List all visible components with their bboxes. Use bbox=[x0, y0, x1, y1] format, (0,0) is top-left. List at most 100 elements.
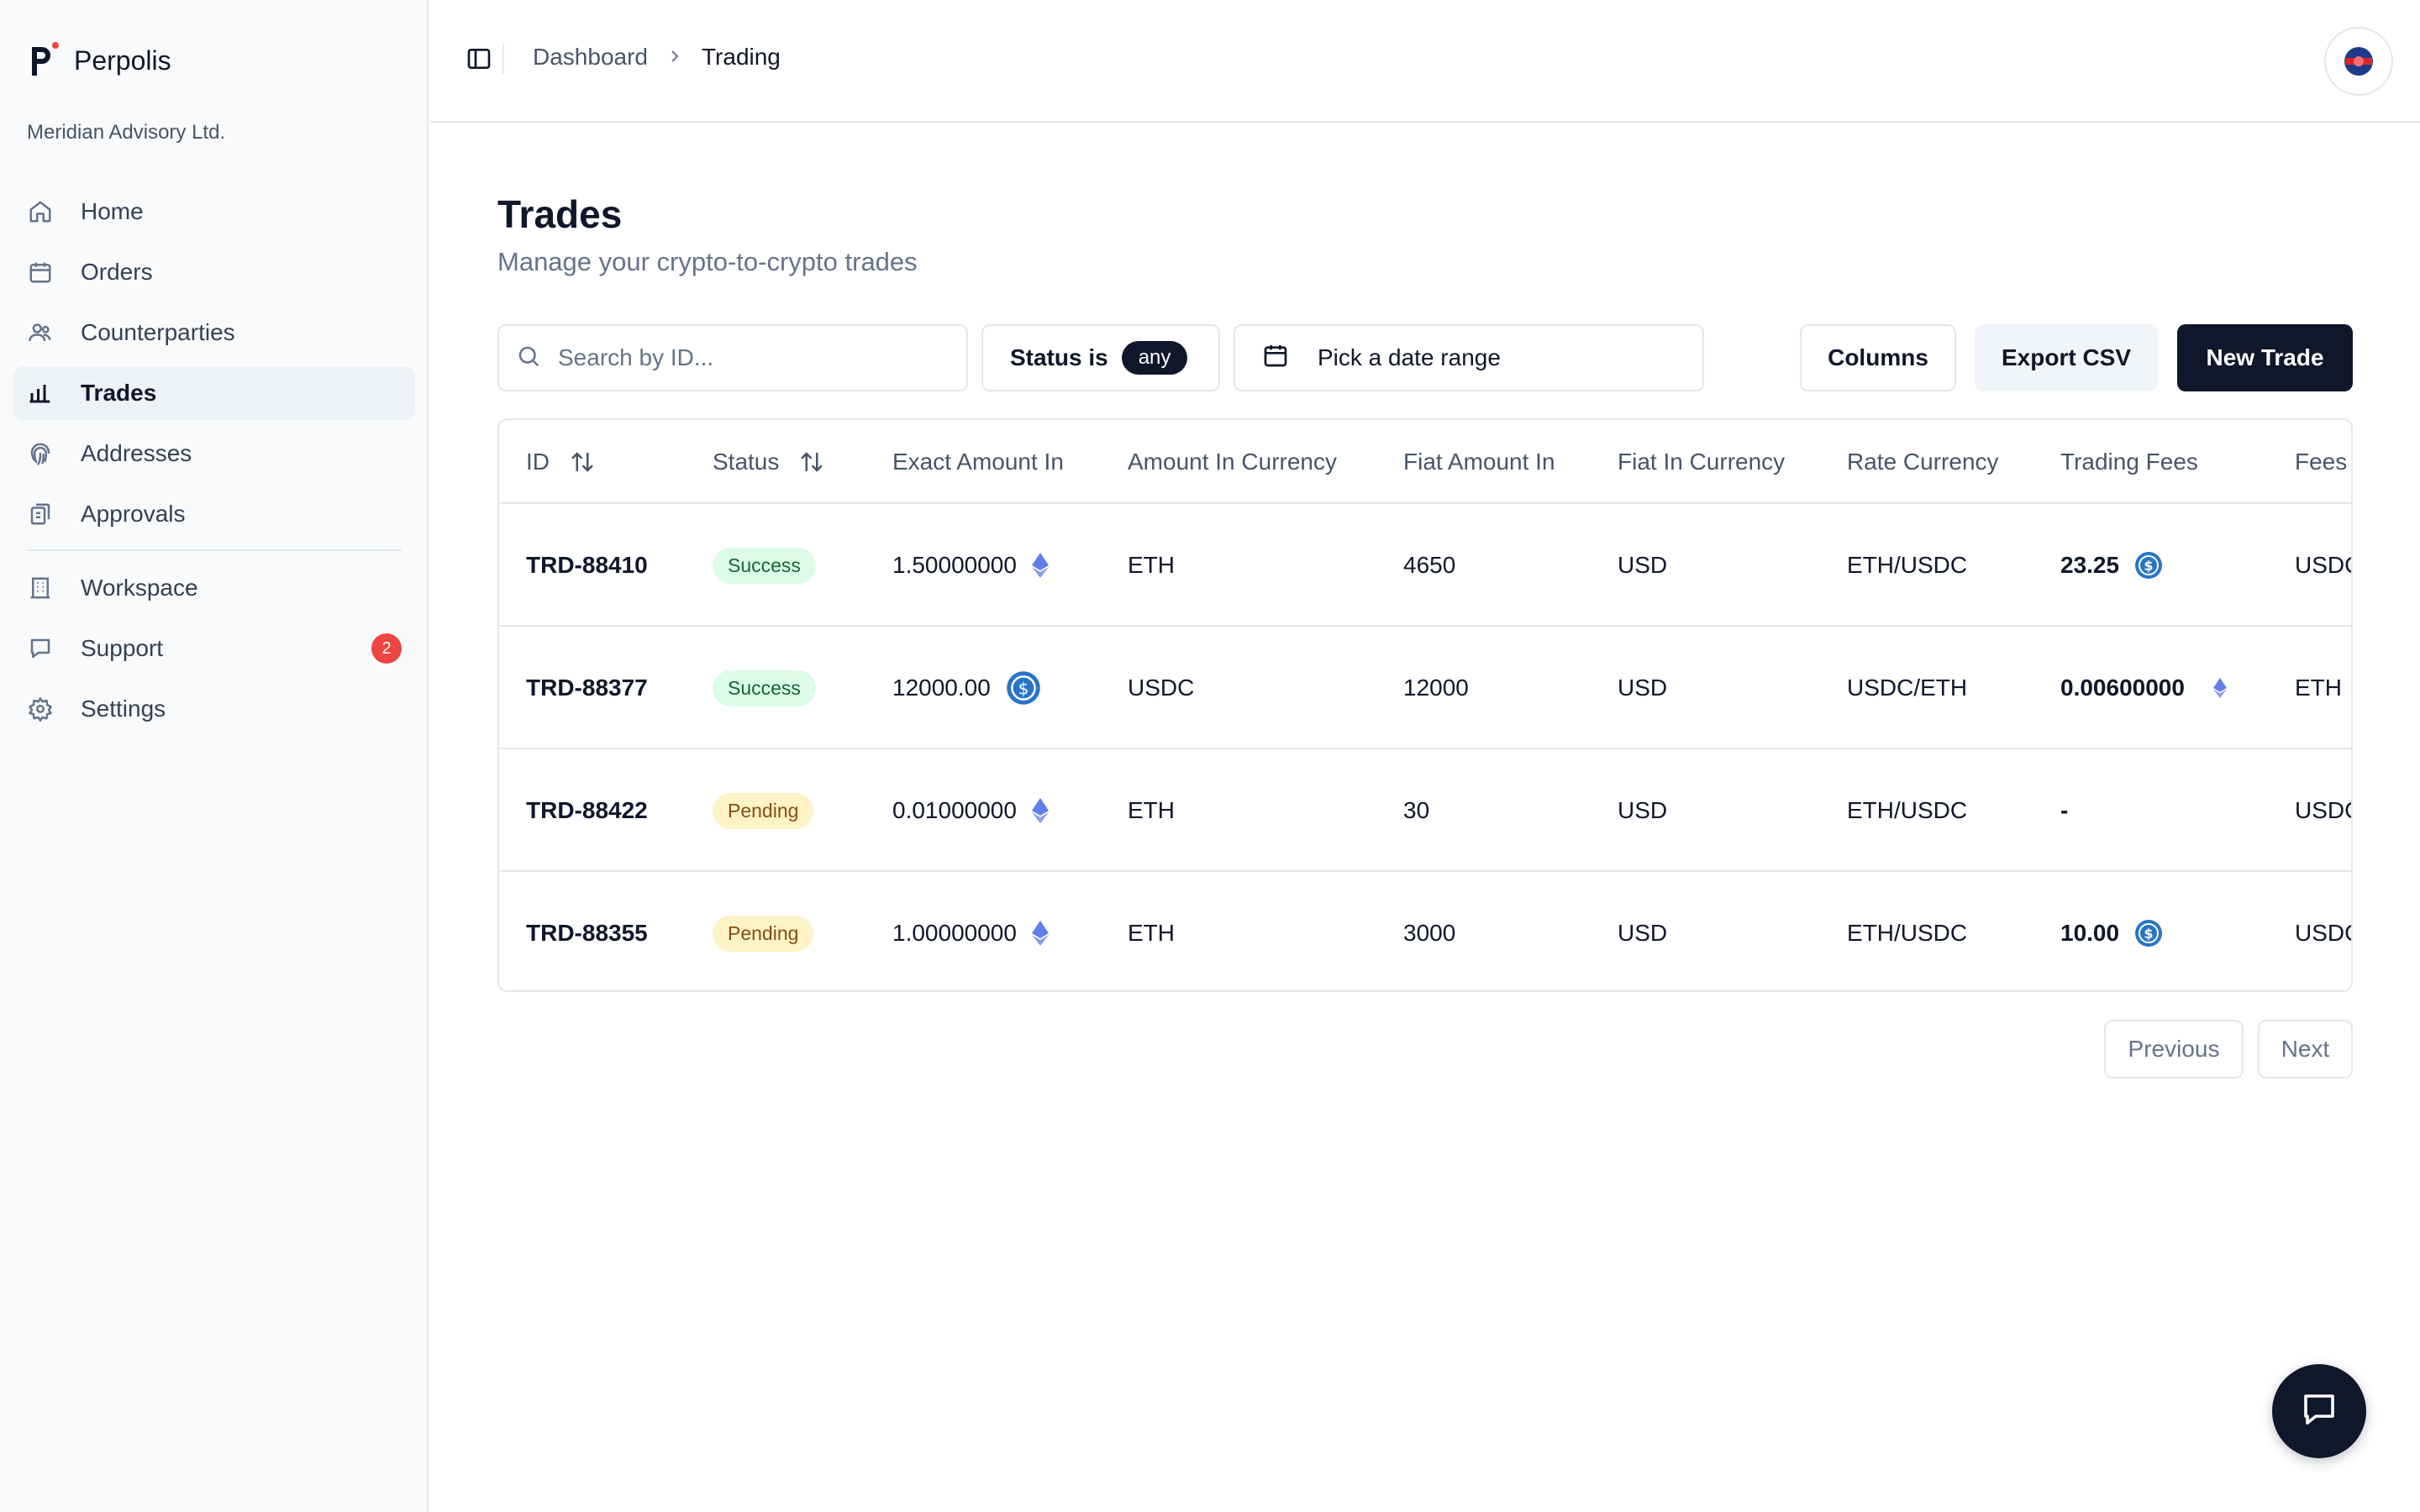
eth-icon bbox=[2212, 677, 2227, 699]
status-badge: Success bbox=[713, 669, 816, 706]
column-header-trading-fees[interactable]: Trading Fees bbox=[2060, 420, 2198, 504]
date-range-picker[interactable]: Pick a date range bbox=[1234, 324, 1704, 391]
trading-fees-value: 23.25 bbox=[2060, 552, 2120, 578]
rate-currency: ETH/USDC bbox=[1847, 797, 1968, 823]
date-range-placeholder: Pick a date range bbox=[1318, 344, 1501, 370]
next-button[interactable]: Next bbox=[2258, 1020, 2353, 1079]
fees-currency: USDC bbox=[2295, 920, 2351, 946]
sidebar-item-settings[interactable]: Settings bbox=[13, 682, 415, 736]
table-row[interactable]: TRD-88377 Success 12000.00 $ USDC 12000 … bbox=[499, 627, 2351, 749]
fiat-amount: 30 bbox=[1403, 797, 1430, 823]
trade-id[interactable]: TRD-88377 bbox=[526, 627, 648, 749]
export-csv-button[interactable]: Export CSV bbox=[1975, 324, 2158, 391]
page-title: Trades bbox=[497, 192, 623, 236]
fiat-currency: USD bbox=[1618, 675, 1668, 701]
status-filter[interactable]: Status is any bbox=[981, 324, 1220, 391]
amount-currency: ETH bbox=[1128, 920, 1175, 946]
avatar[interactable] bbox=[2324, 27, 2393, 96]
sort-icon[interactable] bbox=[799, 449, 824, 475]
nav-divider bbox=[27, 549, 402, 551]
eth-icon bbox=[1031, 798, 1049, 823]
new-trade-button[interactable]: New Trade bbox=[2177, 324, 2353, 391]
table-row[interactable]: TRD-88355 Pending 1.00000000 ETH 3000 US… bbox=[499, 872, 2351, 990]
column-header-rate-currency[interactable]: Rate Currency bbox=[1847, 420, 1999, 504]
search-input[interactable] bbox=[558, 344, 961, 371]
fees-currency: ETH bbox=[2295, 675, 2342, 701]
fees-currency: USDC bbox=[2295, 552, 2351, 578]
amount-currency: ETH bbox=[1128, 797, 1175, 823]
sidebar-item-trades[interactable]: Trades bbox=[13, 366, 415, 420]
breadcrumb-dashboard[interactable]: Dashboard bbox=[533, 44, 648, 71]
message-icon bbox=[27, 635, 54, 662]
breadcrumb: Dashboard Trading bbox=[533, 44, 781, 71]
app-name: Perpolis bbox=[74, 45, 171, 76]
column-header-status[interactable]: Status bbox=[713, 420, 824, 504]
eth-icon bbox=[1031, 553, 1049, 578]
sidebar-item-home[interactable]: Home bbox=[13, 185, 415, 239]
sidebar-item-approvals[interactable]: Approvals bbox=[13, 487, 415, 541]
column-header-fees[interactable]: Fees bbox=[2295, 420, 2347, 504]
chevron-right-icon bbox=[668, 44, 681, 71]
column-header-exact-amount-in[interactable]: Exact Amount In bbox=[892, 420, 1064, 504]
sidebar-item-counterparties[interactable]: Counterparties bbox=[13, 306, 415, 360]
usdc-icon: $ bbox=[2134, 551, 2163, 580]
exact-amount-cell: 12000.00 $ bbox=[892, 627, 1041, 749]
status-filter-value: any bbox=[1121, 341, 1188, 375]
fiat-amount: 3000 bbox=[1403, 920, 1456, 946]
exact-amount-value: 1.50000000 bbox=[892, 552, 1017, 578]
sidebar-item-label: Trades bbox=[81, 380, 157, 406]
fiat-amount: 4650 bbox=[1403, 552, 1456, 578]
status-cell: Pending bbox=[713, 872, 814, 990]
chat-button[interactable] bbox=[2272, 1364, 2366, 1458]
exact-amount-value: 12000.00 bbox=[892, 675, 991, 701]
status-cell: Pending bbox=[713, 749, 814, 872]
sidebar-item-label: Support bbox=[81, 635, 164, 661]
rate-currency: USDC/ETH bbox=[1847, 675, 1968, 701]
svg-text:$: $ bbox=[2144, 926, 2154, 942]
sidebar-item-label: Workspace bbox=[81, 575, 198, 601]
amount-currency: USDC bbox=[1128, 675, 1195, 701]
fees-currency: USDC bbox=[2295, 797, 2351, 823]
previous-button[interactable]: Previous bbox=[2104, 1020, 2244, 1079]
trades-table: ID Status Exact Amount In Amount In Curr… bbox=[497, 418, 2353, 992]
columns-button[interactable]: Columns bbox=[1800, 324, 1956, 391]
page-subtitle: Manage your crypto-to-crypto trades bbox=[497, 247, 918, 276]
status-filter-label: Status is bbox=[1010, 344, 1108, 370]
column-header-amount-in-currency[interactable]: Amount In Currency bbox=[1128, 420, 1337, 504]
sidebar-item-label: Settings bbox=[81, 696, 166, 722]
column-header-fiat-amount-in[interactable]: Fiat Amount In bbox=[1403, 420, 1555, 504]
gear-icon bbox=[27, 696, 54, 722]
sidebar-item-label: Counterparties bbox=[81, 319, 235, 345]
sidebar-toggle-icon[interactable] bbox=[466, 45, 492, 72]
column-header-label: Status bbox=[713, 449, 780, 475]
trade-id[interactable]: TRD-88422 bbox=[526, 749, 648, 872]
status-cell: Success bbox=[713, 504, 816, 627]
sidebar-item-orders[interactable]: Orders bbox=[13, 245, 415, 299]
column-header-fiat-in-currency[interactable]: Fiat In Currency bbox=[1618, 420, 1785, 504]
status-cell: Success bbox=[713, 627, 816, 749]
fingerprint-icon bbox=[27, 440, 54, 467]
table-row[interactable]: TRD-88422 Pending 0.01000000 ETH 30 USD … bbox=[499, 749, 2351, 872]
sidebar-item-label: Addresses bbox=[81, 440, 192, 466]
amount-currency: ETH bbox=[1128, 552, 1175, 578]
top-header: Dashboard Trading bbox=[430, 0, 2420, 123]
support-badge: 2 bbox=[371, 633, 402, 664]
sidebar: Perpolis Meridian Advisory Ltd. Home Ord… bbox=[0, 0, 429, 1512]
table-row[interactable]: TRD-88410 Success 1.50000000 ETH 4650 US… bbox=[499, 504, 2351, 627]
sidebar-item-workspace[interactable]: Workspace bbox=[13, 561, 415, 615]
perpolis-logo-icon bbox=[27, 40, 60, 81]
clipboard-icon bbox=[27, 501, 54, 528]
calendar-icon bbox=[1262, 342, 1289, 375]
sidebar-item-support[interactable]: Support 2 bbox=[13, 622, 415, 675]
trade-id[interactable]: TRD-88355 bbox=[526, 872, 648, 990]
trade-id[interactable]: TRD-88410 bbox=[526, 504, 648, 627]
usdc-icon: $ bbox=[2134, 919, 2163, 948]
sidebar-item-addresses[interactable]: Addresses bbox=[13, 427, 415, 480]
brand[interactable]: Perpolis bbox=[27, 40, 171, 81]
exact-amount-value: 1.00000000 bbox=[892, 920, 1017, 946]
org-name: Meridian Advisory Ltd. bbox=[27, 121, 226, 144]
status-badge: Pending bbox=[713, 915, 814, 952]
column-header-id[interactable]: ID bbox=[526, 420, 595, 504]
sort-icon[interactable] bbox=[570, 449, 595, 475]
chat-icon bbox=[2299, 1389, 2339, 1434]
